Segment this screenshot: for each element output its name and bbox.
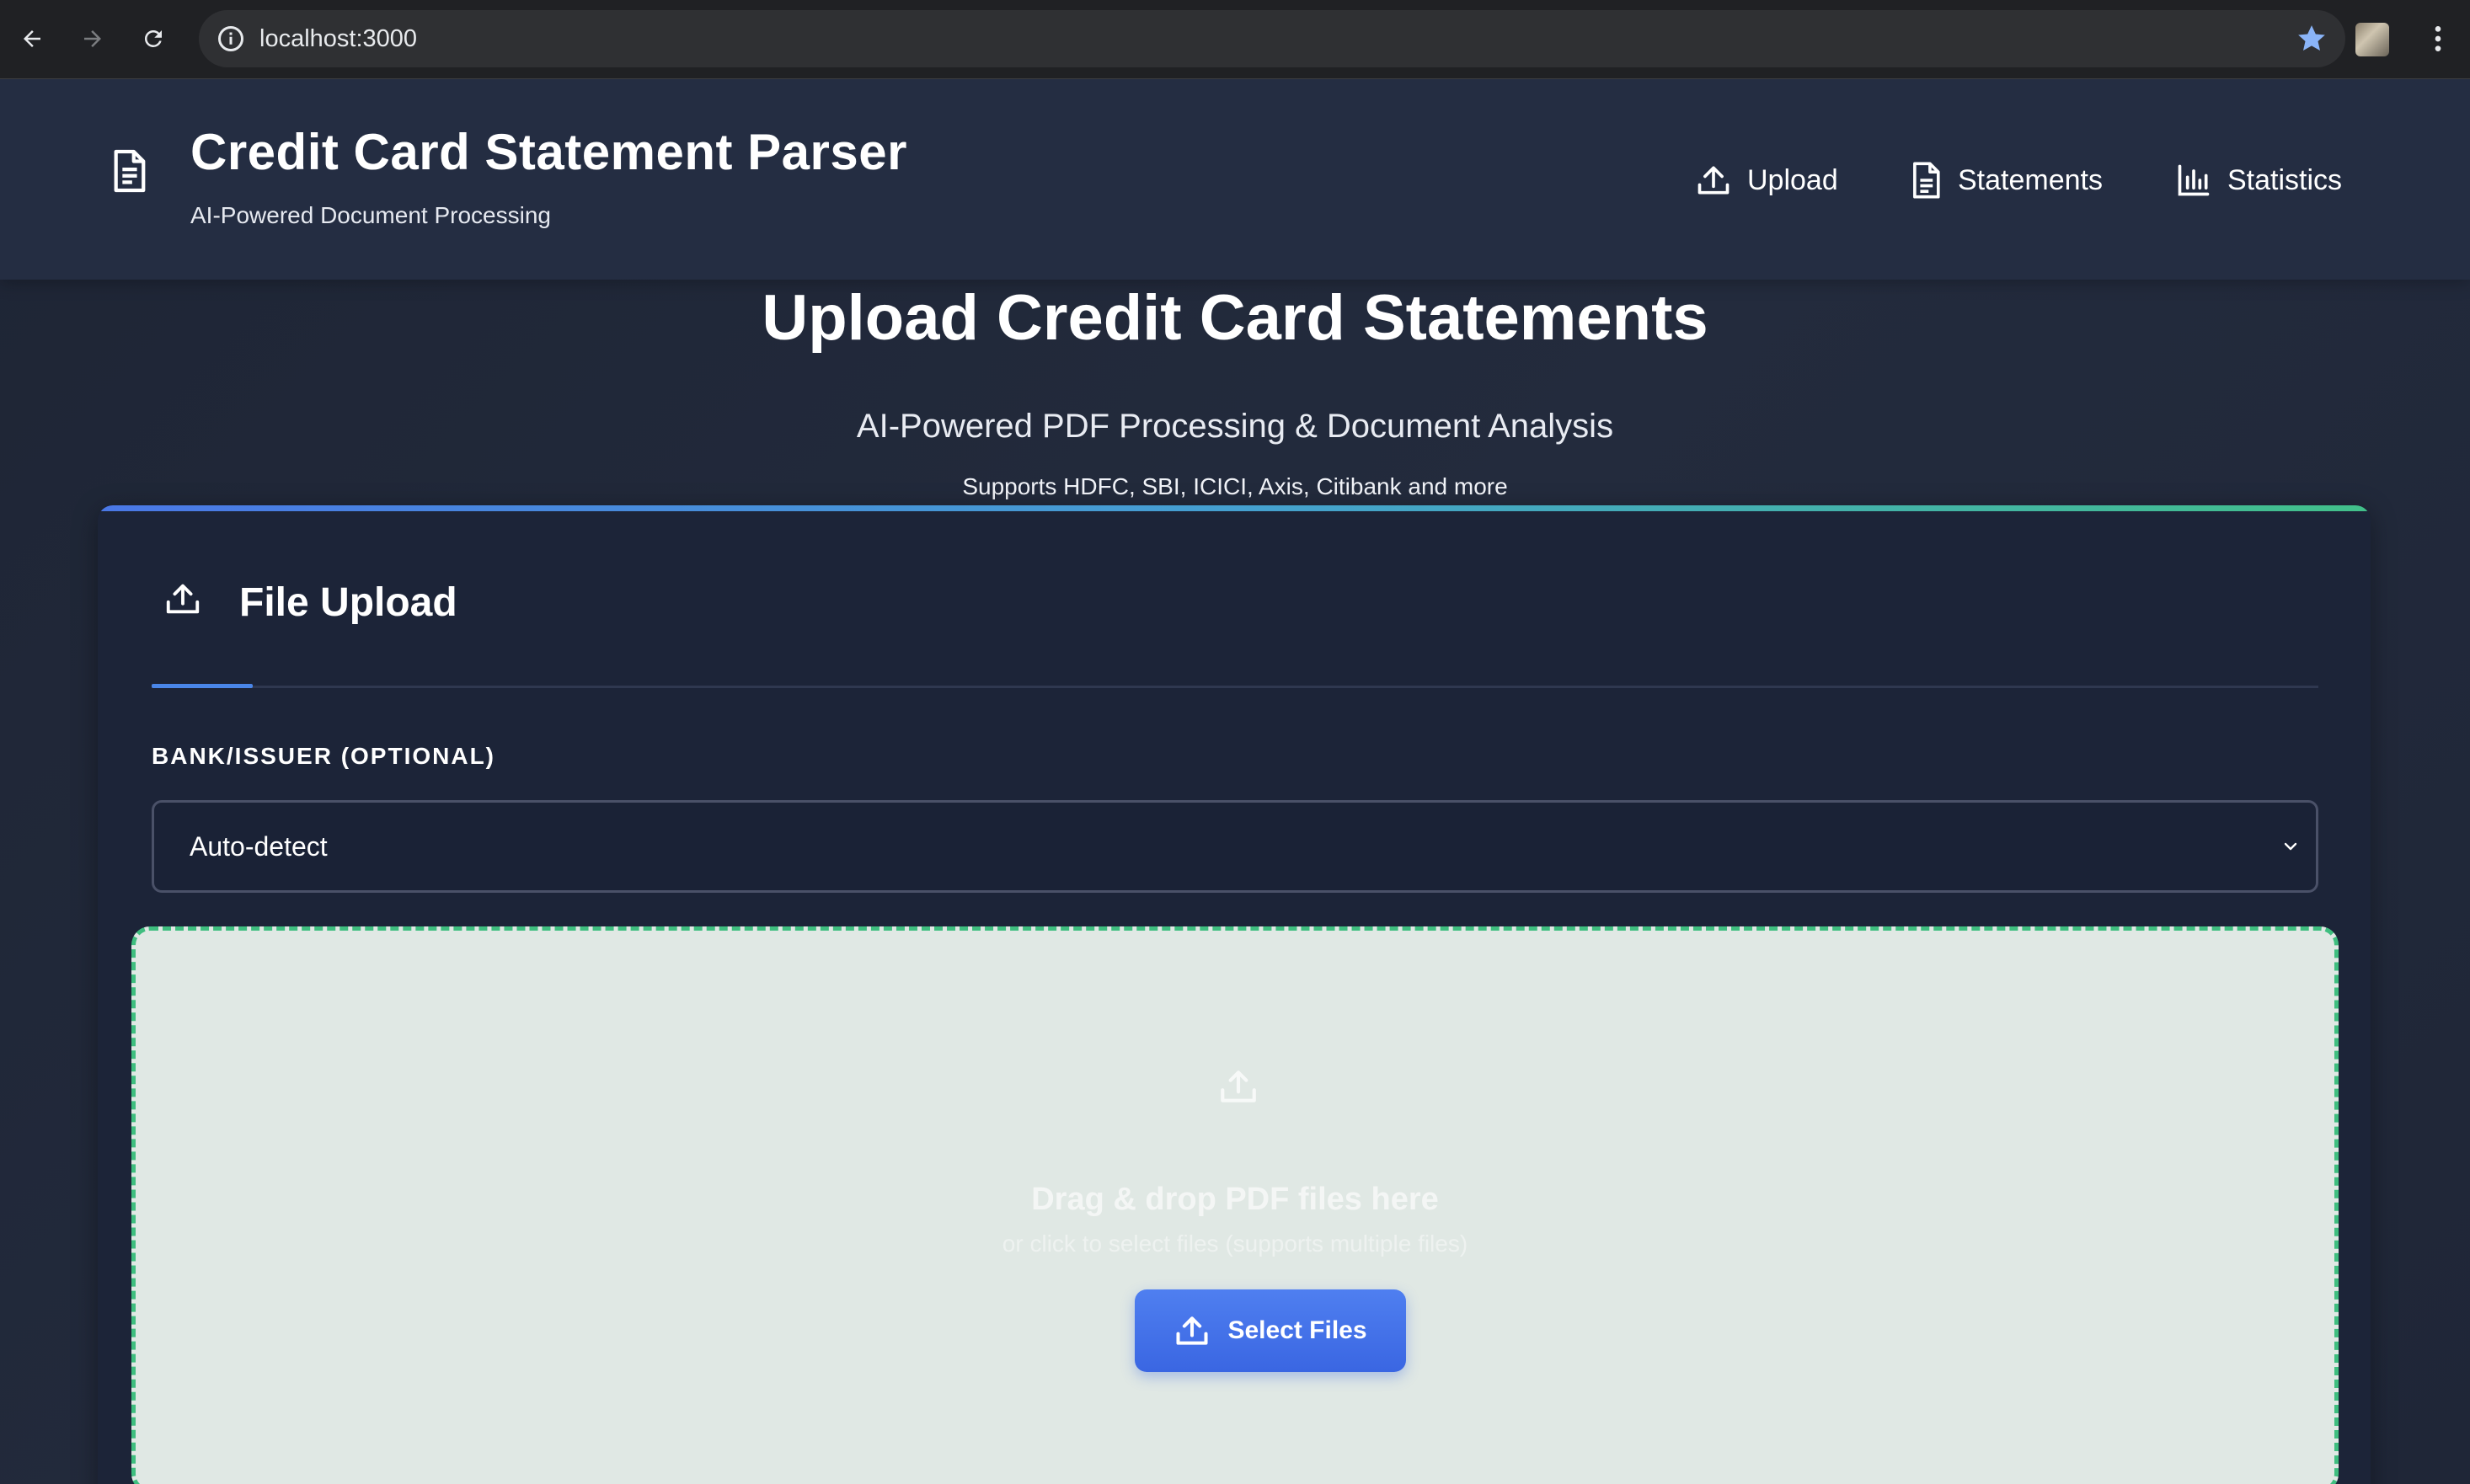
app-header: Credit Card Statement Parser AI-Powered … [0,79,2470,280]
active-tab-indicator [152,684,253,688]
forward-button[interactable] [72,19,113,59]
document-icon [1913,162,1940,199]
upload-icon [1697,166,1730,195]
nav-statistics-label: Statistics [2227,163,2343,196]
url-text[interactable]: localhost:3000 [259,10,417,67]
reload-icon [144,29,162,47]
browser-menu-icon[interactable] [2421,22,2455,60]
divider [152,686,2318,688]
supported-banks-text: Supports HDFC, SBI, ICICI, Axis, Citiban… [962,473,1508,499]
dropzone-title: Drag & drop PDF files here [1031,1182,1439,1217]
bank-issuer-selected-value: Auto-detect [190,831,328,862]
back-button[interactable] [12,19,52,59]
app-title: Credit Card Statement Parser [190,124,907,180]
upload-icon [163,579,202,622]
bookmark-star-icon[interactable] [2295,22,2328,60]
chevron-down-icon [2280,836,2301,861]
nav-statements-label: Statements [1958,163,2103,196]
nav-statements[interactable]: Statements [1909,157,2103,204]
dropzone-hint: or click to select files (supports multi… [1002,1230,1468,1257]
back-arrow-icon [24,30,40,47]
card-title: File Upload [239,580,457,625]
reload-button[interactable] [133,19,174,59]
page-subtitle: AI-Powered PDF Processing & Document Ana… [856,408,1614,445]
bank-issuer-label: BANK/ISSUER (OPTIONAL) [152,743,495,769]
page-title: Upload Credit Card Statements [762,282,1708,354]
pdf-dropzone[interactable]: Drag & drop PDF files here or click to s… [131,926,2339,1484]
document-logo-icon [110,148,148,198]
app-root: Credit Card Statement Parser AI-Powered … [0,79,2470,1484]
bar-chart-icon [2178,164,2210,196]
site-info-icon[interactable] [216,24,246,58]
card-accent-bar [98,505,2371,511]
browser-toolbar: localhost:3000 [0,0,2470,79]
file-upload-card: File Upload BANK/ISSUER (OPTIONAL) Auto-… [98,505,2371,1484]
upload-icon [1176,1316,1208,1345]
address-bar[interactable]: localhost:3000 [199,10,2345,67]
nav-upload-label: Upload [1747,163,1838,196]
nav-statistics[interactable]: Statistics [2175,157,2342,204]
extension-avatar[interactable] [2355,23,2389,56]
upload-icon [1217,1065,1259,1112]
select-files-button[interactable]: Select Files [1135,1289,1406,1372]
app-subtitle: AI-Powered Document Processing [190,202,551,228]
forward-arrow-icon [84,30,101,47]
bank-issuer-select[interactable]: Auto-detect [152,800,2318,893]
nav-upload[interactable]: Upload [1695,157,1838,204]
select-files-label: Select Files [1227,1316,1367,1344]
